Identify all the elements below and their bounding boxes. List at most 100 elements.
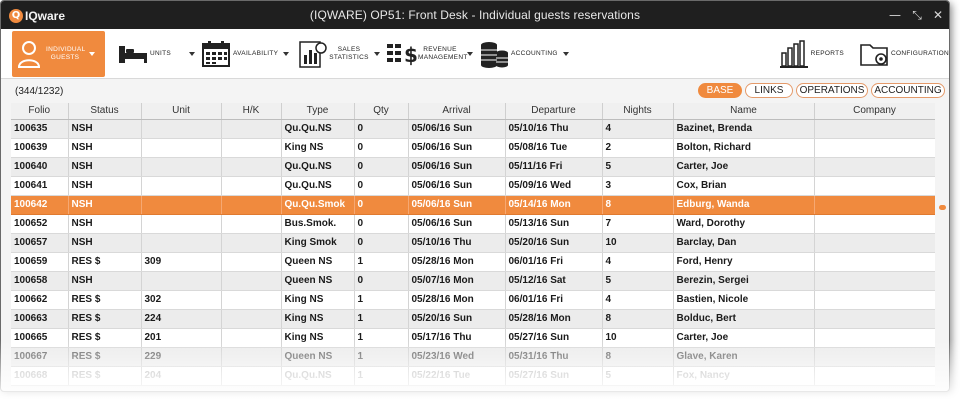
column-header[interactable]: H/K <box>221 103 282 120</box>
table-cell: 4 <box>602 252 674 272</box>
table-cell: King NS <box>281 309 355 329</box>
table-cell <box>141 157 222 177</box>
configuration-label: CONFIGURATION <box>891 50 949 57</box>
close-button[interactable]: ✕ <box>929 6 947 24</box>
table-row[interactable]: 100659 RES $309 Queen NS 1 05/28/16 Mon 06/01… <box>11 252 935 272</box>
table-cell: 05/09/16 Wed <box>505 176 603 196</box>
table-cell <box>814 214 935 234</box>
table-row[interactable]: 100662 RES $302 King NS 1 05/28/16 Mon 06/01/… <box>11 290 935 310</box>
table-cell <box>221 233 282 253</box>
column-header[interactable]: Folio <box>11 103 69 120</box>
table-cell: Qu.Qu.NS <box>281 176 355 196</box>
table-cell <box>221 176 282 196</box>
table-cell: 8 <box>602 309 674 329</box>
tab-accounting[interactable]: ACCOUNTING <box>871 83 945 98</box>
accounting-button[interactable]: ACCOUNTING <box>477 31 569 77</box>
reservations-table: Folio Status Unit H/K Type Qty Arrival Departur… <box>11 103 935 386</box>
main-toolbar: INDIVIDUAL GUESTS UNITS AVAILABILITY SAL… <box>1 29 949 79</box>
selected-table-row[interactable]: 100642 NSH Qu.Qu.Smok 0 05/06/16 Sun 05/14/16… <box>11 195 935 215</box>
table-row[interactable]: 100641 NSH Qu.Qu.NS 0 05/06/16 Sun 05/09/16 W… <box>11 176 935 196</box>
table-cell <box>221 138 282 158</box>
table-cell: 0 <box>354 195 409 215</box>
column-header[interactable]: Departure <box>505 103 603 120</box>
table-cell: 8 <box>602 347 674 367</box>
minimize-button[interactable]: — <box>886 6 904 24</box>
tab-base[interactable]: BASE <box>698 83 742 98</box>
restore-button[interactable]: ⤡ <box>908 6 926 24</box>
column-header[interactable]: Type <box>281 103 355 120</box>
table-row[interactable]: 100639 NSH King NS 0 05/06/16 Sun 05/08/16 Tu… <box>11 138 935 158</box>
table-row[interactable]: 100658 NSH Queen NS 0 05/07/16 Mon 05/12/16 S… <box>11 271 935 291</box>
table-cell: 05/22/16 Tue <box>408 366 506 386</box>
column-header[interactable]: Qty <box>354 103 409 120</box>
table-cell: 05/20/16 Sun <box>505 233 603 253</box>
table-cell <box>814 271 935 291</box>
table-cell <box>141 214 222 234</box>
table-cell: 3 <box>602 176 674 196</box>
chevron-down-icon[interactable] <box>467 52 473 56</box>
table-cell <box>141 119 222 139</box>
table-cell: 0 <box>354 271 409 291</box>
table-cell: NSH <box>68 138 142 158</box>
availability-button[interactable]: AVAILABILITY <box>199 31 291 77</box>
grid-body: 100635 NSH Qu.Qu.NS 0 05/06/16 Sun 05/10/16 T… <box>11 119 935 386</box>
table-cell <box>814 328 935 348</box>
configuration-button[interactable]: CONFIGURATION <box>859 31 949 77</box>
column-header[interactable]: Arrival <box>408 103 506 120</box>
table-row[interactable]: 100663 RES $224 King NS 1 05/20/16 Sun 05/28/… <box>11 309 935 329</box>
table-cell <box>221 366 282 386</box>
table-row[interactable]: 100652 NSH Bus.Smok. 0 05/06/16 Sun 05/13/16 … <box>11 214 935 234</box>
column-header[interactable]: Company <box>814 103 935 120</box>
table-cell: 302 <box>141 290 222 310</box>
column-header[interactable]: Name <box>673 103 815 120</box>
tab-links[interactable]: LINKS <box>745 83 793 98</box>
chevron-down-icon[interactable] <box>374 52 380 56</box>
table-cell <box>814 233 935 253</box>
table-row[interactable]: 100665 RES $201 King NS 1 05/17/16 Thu 05/27/… <box>11 328 935 348</box>
table-cell: Bolduc, Bert <box>673 309 815 329</box>
table-cell: 05/27/16 Sun <box>505 366 603 386</box>
scroll-position-marker[interactable] <box>939 205 946 210</box>
tab-operations[interactable]: OPERATIONS <box>796 83 868 98</box>
table-row[interactable]: 100635 NSH Qu.Qu.NS 0 05/06/16 Sun 05/10/16 T… <box>11 119 935 139</box>
column-header[interactable]: Unit <box>141 103 222 120</box>
chevron-down-icon[interactable] <box>283 52 290 56</box>
table-cell <box>221 157 282 177</box>
table-cell: 0 <box>354 214 409 234</box>
reports-button[interactable]: REPORTS <box>778 31 844 77</box>
grid-header-bar: (344/1232) BASE LINKS OPERATIONS ACCOUNT… <box>1 80 949 102</box>
chevron-down-icon[interactable] <box>89 52 95 56</box>
table-cell: 05/23/16 Wed <box>408 347 506 367</box>
table-row[interactable]: 100657 NSH King Smok 0 05/10/16 Thu 05/20/16 … <box>11 233 935 253</box>
table-row[interactable]: 100640 NSH Qu.Qu.NS 0 05/06/16 Sun 05/11/16 F… <box>11 157 935 177</box>
chevron-down-icon[interactable] <box>562 52 569 56</box>
table-cell: 05/06/16 Sun <box>408 195 506 215</box>
table-cell: NSH <box>68 157 142 177</box>
revenue-management-button[interactable]: $ REVENUE MANAGEMENT <box>384 31 476 77</box>
table-cell: 309 <box>141 252 222 272</box>
svg-text:$: $ <box>404 43 417 67</box>
units-button[interactable]: UNITS <box>116 31 196 77</box>
chevron-down-icon[interactable] <box>189 52 195 56</box>
table-cell <box>221 290 282 310</box>
table-cell: 7 <box>602 214 674 234</box>
individual-guests-button[interactable]: INDIVIDUAL GUESTS <box>12 31 105 77</box>
vertical-scrollbar[interactable] <box>937 103 947 391</box>
column-header[interactable]: Status <box>68 103 142 120</box>
table-cell: 05/10/16 Thu <box>408 233 506 253</box>
table-cell <box>814 176 935 196</box>
table-row[interactable]: 100667 RES $229 Queen NS 1 05/23/16 Wed 05/31… <box>11 347 935 367</box>
table-cell: Berezin, Sergei <box>673 271 815 291</box>
table-row[interactable]: 100668 RES $204 Qu.Qu.NS 1 05/22/16 Tue 05/27… <box>11 366 935 386</box>
individual-guests-label: INDIVIDUAL GUESTS <box>46 46 86 61</box>
table-cell <box>814 290 935 310</box>
reservations-grid: Folio Status Unit H/K Type Qty Arrival Departur… <box>11 103 935 391</box>
column-header[interactable]: Nights <box>602 103 674 120</box>
table-cell: 05/07/16 Mon <box>408 271 506 291</box>
table-cell: NSH <box>68 176 142 196</box>
sales-statistics-button[interactable]: SALES STATISTICS <box>295 31 381 77</box>
units-label: UNITS <box>150 50 171 57</box>
table-cell: King NS <box>281 138 355 158</box>
table-cell: 1 <box>354 347 409 367</box>
table-cell <box>141 195 222 215</box>
